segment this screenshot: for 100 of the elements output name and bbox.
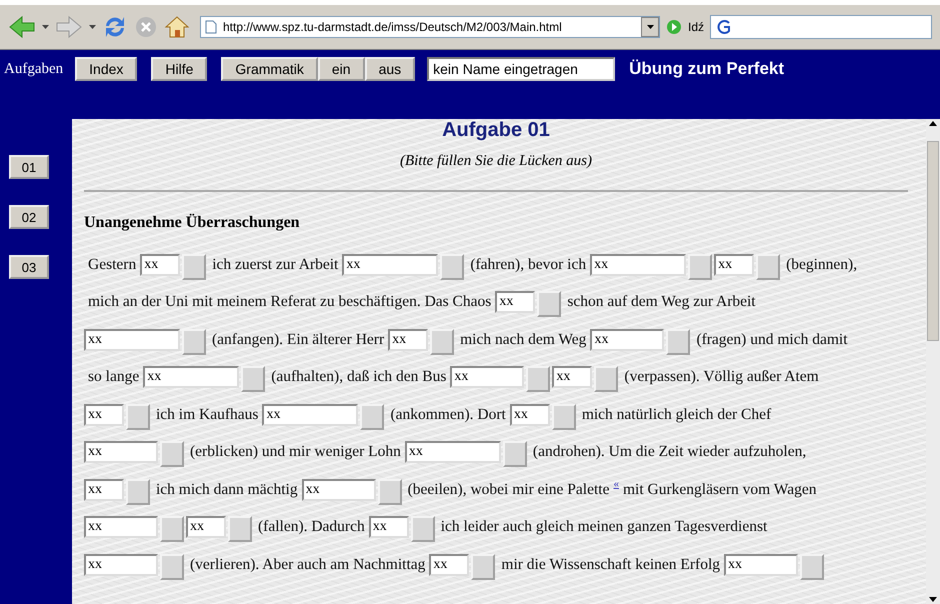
hint-button[interactable]: [160, 441, 184, 467]
gap-field[interactable]: xx: [84, 404, 124, 426]
gap-field[interactable]: xx: [590, 254, 686, 276]
nav-label: Aufgaben: [4, 60, 64, 78]
hint-button[interactable]: [182, 254, 206, 280]
gap-field[interactable]: xx: [724, 554, 798, 576]
hint-button[interactable]: [410, 516, 435, 542]
stop-icon[interactable]: [134, 15, 158, 39]
exercise-button[interactable]: 03: [9, 255, 49, 279]
gap-field[interactable]: xx: [714, 254, 754, 276]
text-line: ich zuerst zur Arbeit: [212, 256, 338, 274]
dropdown-button[interactable]: [641, 17, 659, 37]
nav-button[interactable]: Hilfe: [151, 57, 208, 81]
hint-button[interactable]: [594, 366, 618, 392]
text-line: mich an der Uni mit meinem Referat zu beschäftigen. Das Chaos: [88, 293, 492, 312]
hint-button[interactable]: [666, 328, 690, 354]
exercise-title: Übung zum Perfekt: [629, 59, 784, 79]
hint-button[interactable]: [160, 516, 184, 542]
text-line: (fallen). Dadurch: [258, 518, 365, 536]
hint-button[interactable]: [552, 404, 576, 430]
gap-field[interactable]: xx: [404, 441, 501, 464]
gap-field[interactable]: xx: [388, 328, 428, 351]
gap-field[interactable]: xx: [84, 516, 158, 538]
hint-button[interactable]: [241, 366, 266, 392]
gap-field[interactable]: xx: [510, 404, 550, 426]
caret-icon[interactable]: [42, 25, 49, 29]
hint-button[interactable]: [537, 291, 562, 317]
text-heading: Unangenehme Überraschungen: [84, 214, 301, 232]
gap-field[interactable]: xx: [450, 366, 524, 388]
gap-field[interactable]: xx: [552, 366, 592, 388]
hint-button[interactable]: [502, 441, 527, 467]
name-field[interactable]: kein Name eingetragen: [427, 57, 616, 81]
text-line: (beeilen), wobei mir eine Palette: [408, 480, 610, 499]
text-line: (fragen) und mich damit: [696, 330, 848, 349]
exercise-button[interactable]: 02: [9, 205, 49, 229]
text-line: mich natürlich gleich der Chef: [582, 406, 772, 424]
gap-field[interactable]: xx: [186, 516, 226, 538]
hint-button[interactable]: [126, 404, 150, 430]
go-icon[interactable]: [666, 19, 682, 35]
hint-button[interactable]: [471, 554, 496, 580]
text-line: Gestern: [88, 256, 136, 274]
nav-button[interactable]: Index: [75, 57, 138, 81]
page-icon: [205, 20, 217, 34]
gap-field[interactable]: xx: [495, 291, 536, 314]
hint-button[interactable]: [160, 554, 184, 580]
text-line: mich nach dem Weg: [460, 330, 586, 349]
go-label[interactable]: Idź: [688, 20, 704, 34]
gap-field[interactable]: xx: [143, 366, 240, 388]
hint-button[interactable]: [126, 478, 150, 504]
hint-button[interactable]: [440, 254, 464, 280]
text-line: (anfangen). Ein älterer Herr: [212, 330, 384, 349]
exercise-button[interactable]: 01: [9, 155, 49, 179]
text-line: ich leider auch gleich meinen ganzen Tagesverdienst: [440, 518, 768, 536]
hint-button[interactable]: [688, 254, 712, 280]
text-line: (verlieren). Aber auch am Nachmittag: [190, 556, 426, 574]
hint-button[interactable]: [378, 478, 402, 504]
text-line: (ankommen). Dort: [390, 406, 506, 424]
hint-button[interactable]: [360, 404, 384, 430]
grammar-button[interactable]: aus: [364, 57, 416, 81]
text-line: (beginnen),: [786, 256, 858, 274]
text-line: mir die Wissenschaft keinen Erfolg: [501, 556, 720, 574]
scrollbar[interactable]: [926, 119, 940, 604]
gap-field[interactable]: xx: [429, 554, 470, 576]
address-text: http://www.spz.tu-darmstadt.de/imss/Deutsch/M2/003/Main.html: [223, 20, 563, 34]
gap-field[interactable]: xx: [262, 404, 358, 426]
grammar-button[interactable]: Grammatik: [221, 57, 318, 81]
gap-field[interactable]: xx: [140, 254, 180, 276]
hint-button[interactable]: [526, 366, 550, 392]
hint-button[interactable]: [430, 328, 454, 354]
grammar-button[interactable]: ein: [318, 57, 365, 81]
home-icon[interactable]: [164, 15, 190, 39]
hint-button[interactable]: [800, 554, 824, 580]
scroll-thumb[interactable]: [927, 141, 939, 341]
gap-field[interactable]: xx: [84, 441, 158, 464]
gap-field[interactable]: xx: [84, 478, 124, 501]
back-arrow-icon[interactable]: [8, 15, 36, 39]
gap-field[interactable]: xx: [302, 478, 376, 501]
note-link[interactable]: «: [613, 478, 619, 490]
instruction-text: (Bitte füllen Sie die Lücken aus): [400, 153, 592, 170]
text-line: schon auf dem Weg zur Arbeit: [567, 293, 756, 312]
text-line: ich im Kaufhaus: [156, 406, 258, 424]
text-line: (verpassen). Völlig außer Atem: [624, 368, 819, 386]
search-field[interactable]: [710, 15, 932, 39]
scroll-down-icon[interactable]: [928, 596, 938, 604]
task-title: Aufgabe 01: [442, 119, 550, 141]
caret-icon[interactable]: [89, 25, 96, 29]
gap-field[interactable]: xx: [84, 554, 158, 576]
gap-field[interactable]: xx: [84, 328, 180, 351]
hint-button[interactable]: [228, 516, 252, 542]
text-line: (erblicken) und mir weniger Lohn: [190, 443, 401, 462]
hint-button[interactable]: [756, 254, 780, 280]
text-line: so lange: [88, 368, 140, 386]
scroll-up-icon[interactable]: [928, 119, 938, 127]
text-line: ich mich dann mächtig: [156, 480, 298, 499]
gap-field[interactable]: xx: [368, 516, 409, 538]
address-bar[interactable]: http://www.spz.tu-darmstadt.de/imss/Deutsch/M2/003/Main.html: [200, 16, 660, 38]
gap-field[interactable]: xx: [590, 328, 664, 351]
hint-button[interactable]: [182, 328, 206, 354]
gap-field[interactable]: xx: [342, 254, 438, 276]
forward-arrow-icon[interactable]: [55, 15, 83, 39]
